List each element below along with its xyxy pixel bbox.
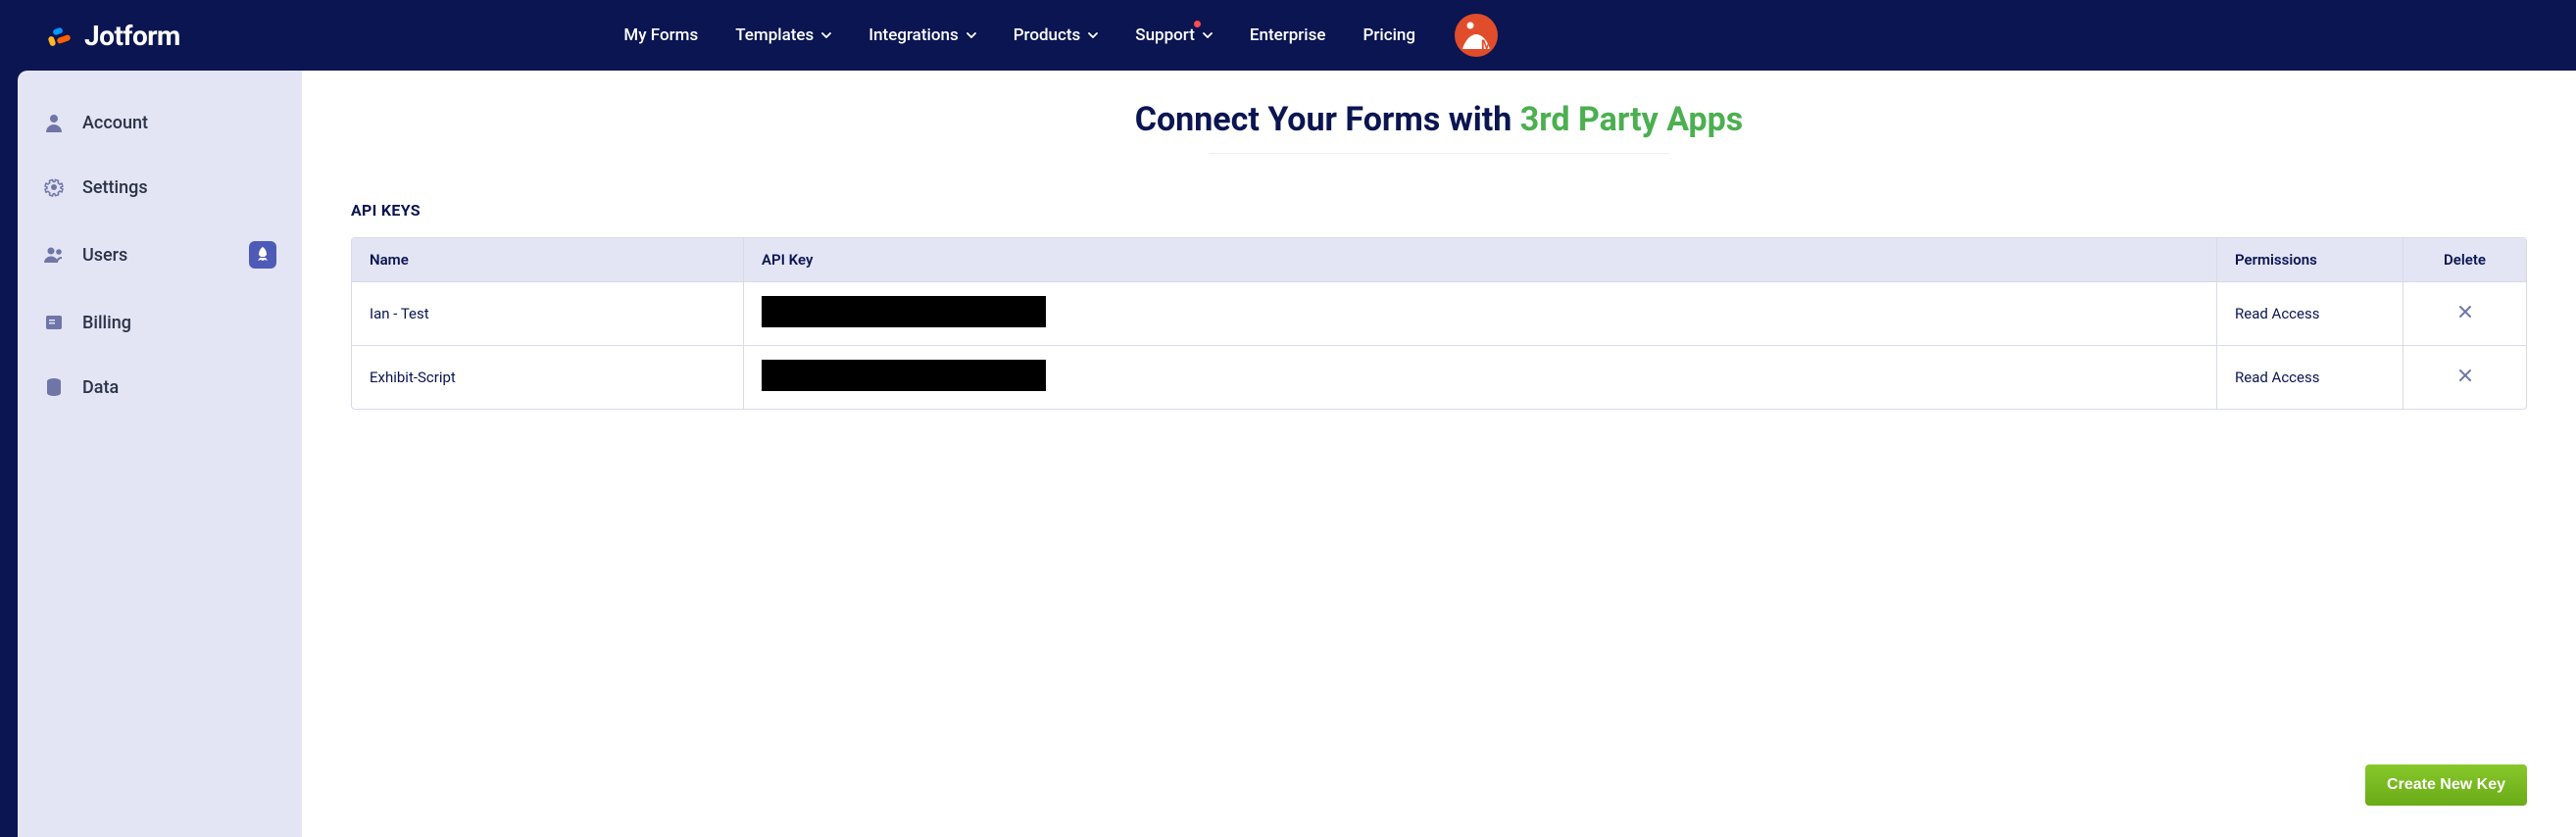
gear-icon: [43, 176, 65, 198]
sidebar-item-billing[interactable]: Billing: [18, 290, 302, 355]
logo-text: Jotform: [84, 20, 180, 52]
logo[interactable]: Jotform: [47, 20, 180, 52]
cell-permissions: Read Access: [2217, 282, 2403, 346]
create-new-key-button[interactable]: Create New Key: [2365, 764, 2527, 806]
delete-button[interactable]: [2421, 369, 2508, 382]
sidebar-item-label: Data: [82, 377, 119, 398]
table-header-row: Name API Key Permissions Delete: [352, 238, 2526, 282]
cell-permissions: Read Access: [2217, 346, 2403, 409]
nav-products[interactable]: Products: [1014, 25, 1099, 45]
nav-my-forms[interactable]: My Forms: [623, 25, 698, 45]
cell-key: [744, 282, 2217, 346]
redacted-key: [762, 296, 1046, 327]
col-header-permissions: Permissions: [2217, 238, 2403, 282]
nav-integrations[interactable]: Integrations: [868, 25, 975, 45]
nav-support[interactable]: Support: [1135, 25, 1213, 45]
chevron-down-icon: [1203, 30, 1213, 40]
delete-button[interactable]: [2421, 305, 2508, 319]
redacted-key: [762, 360, 1046, 391]
nav-enterprise[interactable]: Enterprise: [1250, 25, 1326, 45]
section-label: API KEYS: [351, 201, 2527, 220]
col-header-delete: Delete: [2403, 238, 2526, 282]
page-title: Connect Your Forms with 3rd Party Apps: [351, 100, 2527, 139]
cell-key: [744, 346, 2217, 409]
sidebar-item-label: Users: [82, 245, 127, 266]
sidebar-item-account[interactable]: Account: [18, 90, 302, 155]
table-row: Exhibit-Script Read Access: [352, 346, 2526, 409]
table-row: Ian - Test Read Access: [352, 282, 2526, 346]
nav-templates[interactable]: Templates: [735, 25, 831, 45]
rocket-badge-icon: [249, 241, 276, 269]
billing-icon: [43, 312, 65, 333]
person-icon: [43, 112, 65, 133]
divider: [1209, 153, 1669, 154]
main-content: Connect Your Forms with 3rd Party Apps A…: [302, 71, 2576, 837]
users-icon: [43, 244, 65, 266]
chevron-down-icon: [1088, 30, 1098, 40]
sidebar-item-settings[interactable]: Settings: [18, 155, 302, 220]
cell-name: Exhibit-Script: [352, 346, 744, 409]
cell-name: Ian - Test: [352, 282, 744, 346]
chevron-down-icon: [966, 30, 976, 40]
api-keys-table: Name API Key Permissions Delete Ian - Te…: [351, 237, 2527, 410]
database-icon: [43, 376, 65, 398]
col-header-name: Name: [352, 238, 744, 282]
sidebar-item-label: Settings: [82, 177, 148, 198]
nav-pricing[interactable]: Pricing: [1363, 25, 1416, 45]
avatar[interactable]: M: [1455, 14, 1498, 57]
sidebar-item-data[interactable]: Data: [18, 355, 302, 419]
svg-text:M: M: [1481, 38, 1492, 53]
logo-icon: [47, 23, 73, 48]
sidebar: Account Settings Users Billing: [18, 71, 302, 837]
sidebar-item-label: Billing: [82, 313, 131, 333]
col-header-key: API Key: [744, 238, 2217, 282]
notification-dot-icon: [1194, 21, 1201, 27]
chevron-down-icon: [821, 30, 831, 40]
sidebar-item-label: Account: [82, 113, 148, 133]
sidebar-item-users[interactable]: Users: [18, 220, 302, 290]
